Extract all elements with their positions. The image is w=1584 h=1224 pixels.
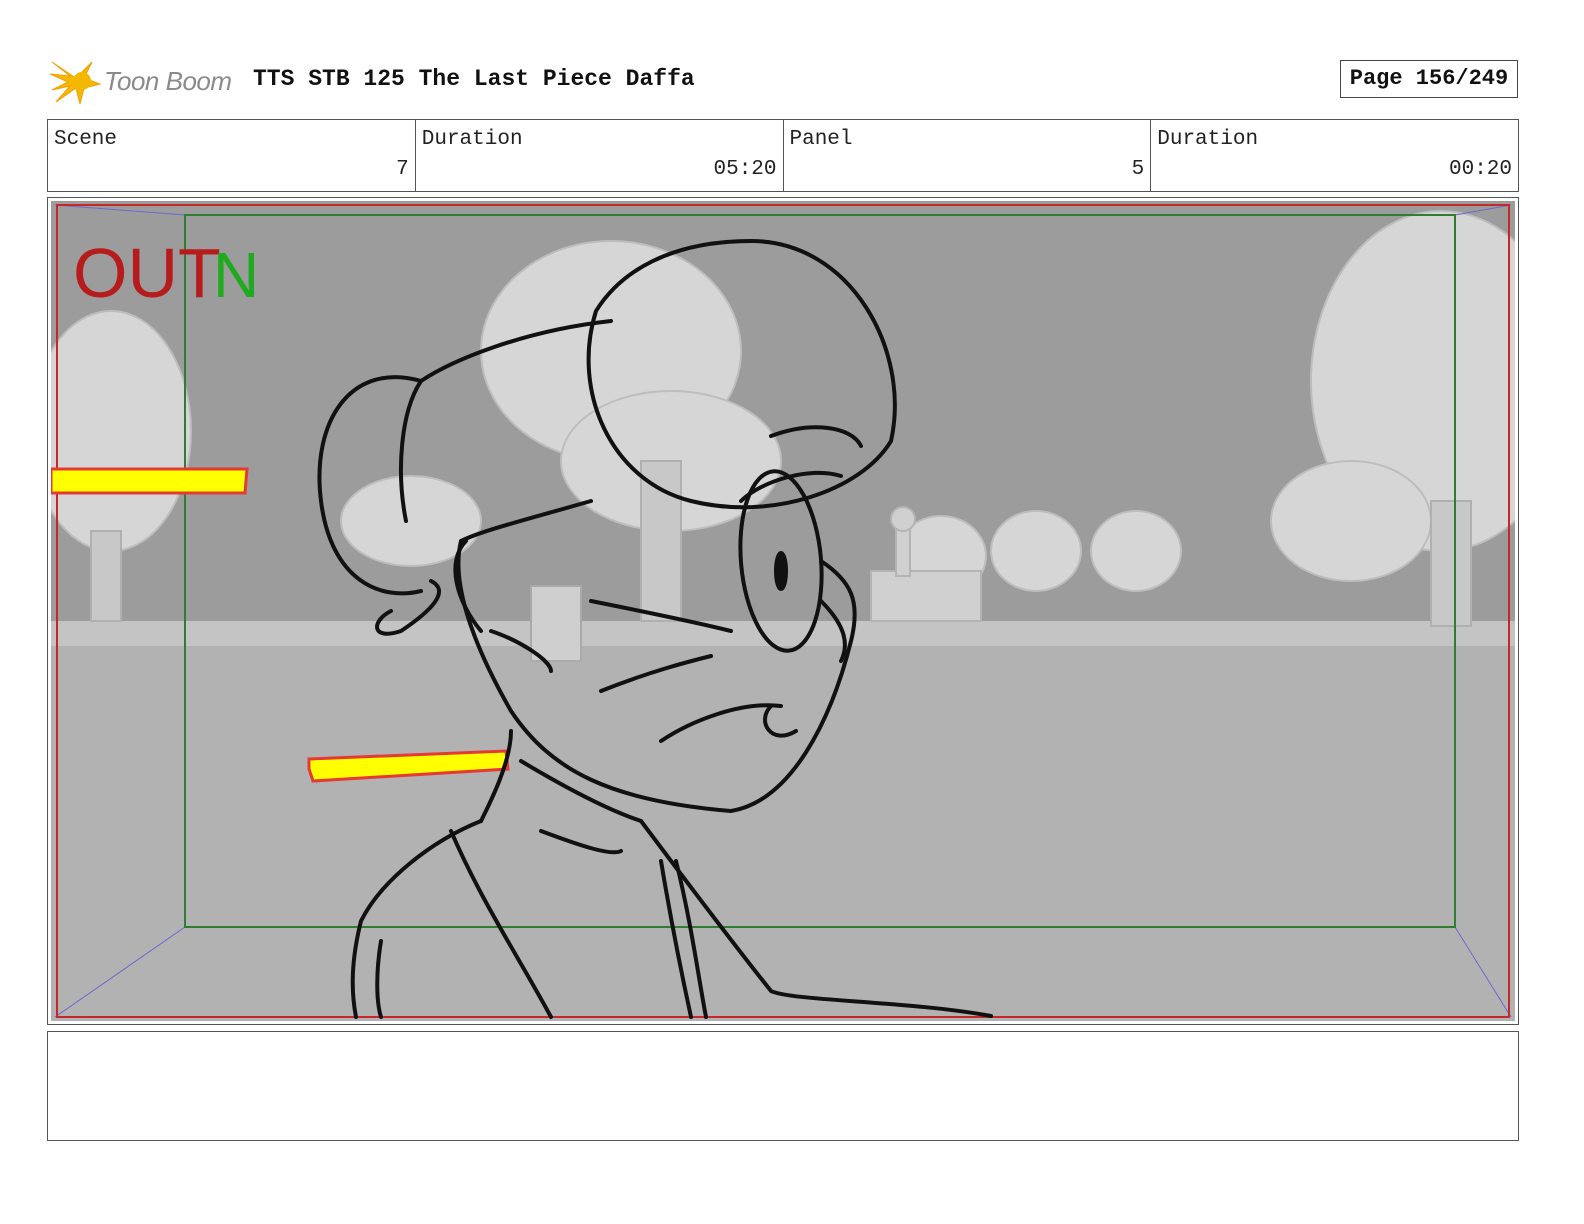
trash-can bbox=[530, 585, 582, 662]
storyboard-panel: OUT N bbox=[47, 197, 1519, 1025]
in-label: N bbox=[213, 239, 259, 311]
panel-duration-label: Duration bbox=[1157, 128, 1259, 151]
scene-cell: Scene 7 bbox=[48, 120, 416, 191]
scene-info-table: Scene 7 Duration 05:20 Panel 5 Duration … bbox=[47, 119, 1519, 192]
logo-wordmark: Toon Boom bbox=[104, 66, 232, 96]
panel-duration-value: 00:20 bbox=[1448, 158, 1512, 181]
scene-duration-cell: Duration 05:20 bbox=[416, 120, 784, 191]
panel-duration-cell: Duration 00:20 bbox=[1151, 120, 1518, 191]
scene-duration-label: Duration bbox=[421, 128, 523, 151]
scene-duration-value: 05:20 bbox=[713, 158, 777, 181]
page-number: Page 156/249 bbox=[1340, 60, 1518, 98]
toon-boom-logo: Toon Boom bbox=[50, 56, 240, 106]
ground bbox=[51, 621, 1515, 1021]
scene-label: Scene bbox=[54, 128, 118, 151]
panel-cell: Panel 5 bbox=[784, 120, 1152, 191]
panel-value: 5 bbox=[1131, 158, 1145, 181]
out-label: OUT bbox=[73, 234, 221, 312]
starburst-icon bbox=[50, 61, 102, 105]
panel-notes bbox=[47, 1031, 1519, 1141]
panel-drawing: OUT N bbox=[51, 201, 1515, 1021]
walkway bbox=[51, 621, 1515, 646]
scene-value: 7 bbox=[396, 158, 409, 181]
camera-move-arrow-top bbox=[51, 467, 249, 495]
project-title: TTS STB 125 The Last Piece Daffa bbox=[253, 66, 695, 92]
panel-label: Panel bbox=[789, 128, 853, 151]
